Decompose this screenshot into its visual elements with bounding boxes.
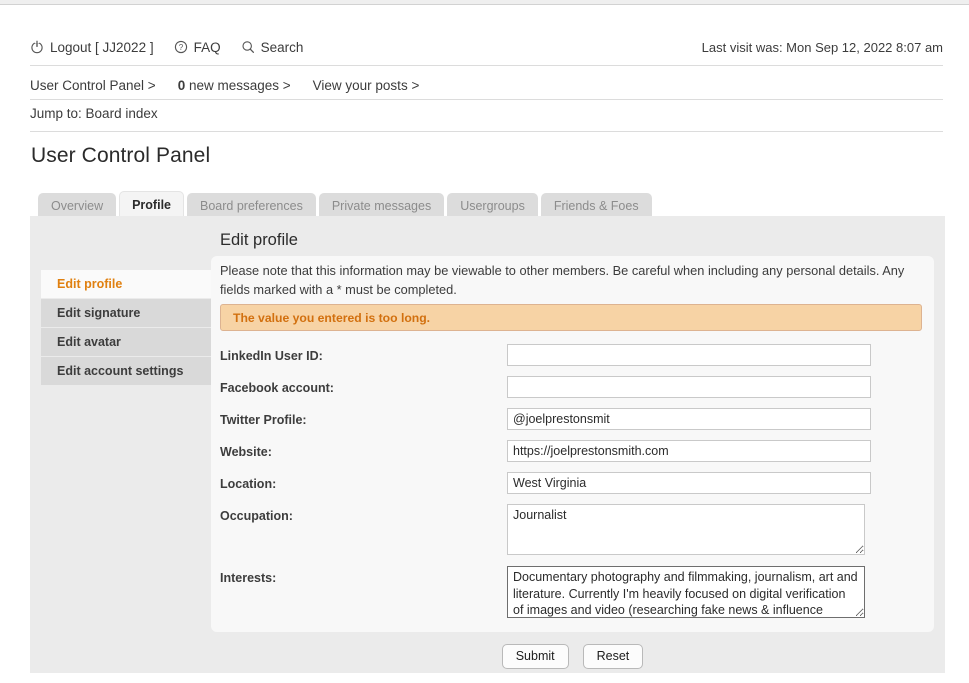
faq-label: FAQ xyxy=(193,39,221,55)
header-nav-links: Logout [ JJ2022 ] ? FAQ Search xyxy=(30,40,303,55)
breadcrumb-label: User Control Panel > xyxy=(30,77,156,93)
field-row-website: Website: xyxy=(220,440,925,462)
occupation-label: Occupation: xyxy=(220,509,293,523)
location-label: Location: xyxy=(220,477,277,491)
jump-to-board-index-link[interactable]: Board index xyxy=(86,106,158,121)
occupation-textarea[interactable] xyxy=(507,504,865,555)
field-row-facebook: Facebook account: xyxy=(220,376,925,398)
error-alert: The value you entered is too long. xyxy=(220,304,922,331)
facebook-input[interactable] xyxy=(507,376,871,398)
user-control-panel-page: Logout [ JJ2022 ] ? FAQ Search Last visi… xyxy=(0,0,969,683)
search-link[interactable]: Search xyxy=(241,39,304,55)
intro-text: Please note that this information may be… xyxy=(220,263,905,297)
logout-label: Logout [ JJ2022 ] xyxy=(50,39,154,55)
twitter-label: Twitter Profile: xyxy=(220,413,307,427)
tab-label: Friends & Foes xyxy=(553,199,639,213)
divider-breadcrumb xyxy=(30,99,943,100)
tab-label: Profile xyxy=(132,198,171,212)
search-label: Search xyxy=(260,39,304,55)
page-title: User Control Panel xyxy=(31,144,211,167)
jump-to-prefix: Jump to: xyxy=(30,106,82,121)
sidebar-item-edit-account-settings[interactable]: Edit account settings xyxy=(41,357,219,386)
sidebar-item-label: Edit signature xyxy=(57,306,141,320)
facebook-label: Facebook account: xyxy=(220,381,334,395)
website-input[interactable] xyxy=(507,440,871,462)
sidebar-item-label: Edit account settings xyxy=(57,364,184,378)
linkedin-label: LinkedIn User ID: xyxy=(220,349,323,363)
breadcrumb-view-your-posts[interactable]: View your posts > xyxy=(313,78,420,93)
sidebar-item-edit-avatar[interactable]: Edit avatar xyxy=(41,328,219,357)
website-label: Website: xyxy=(220,445,272,459)
field-row-interests: Interests: xyxy=(220,566,925,618)
faq-link[interactable]: ? FAQ xyxy=(174,40,221,55)
edit-profile-form: LinkedIn User ID: Facebook account: Twit… xyxy=(220,344,925,618)
divider-header xyxy=(30,65,943,66)
divider-jumpto xyxy=(30,131,943,132)
submit-button[interactable]: Submit xyxy=(501,644,569,670)
question-circle-icon: ? xyxy=(174,40,188,54)
error-alert-text: The value you entered is too long. xyxy=(233,310,431,325)
sidebar-item-label: Edit profile xyxy=(57,277,123,291)
field-row-location: Location: xyxy=(220,472,925,494)
interests-textarea[interactable] xyxy=(507,566,865,618)
edit-profile-card: Please note that this information may be… xyxy=(211,256,934,632)
field-row-linkedin: LinkedIn User ID: xyxy=(220,344,925,366)
interests-label: Interests: xyxy=(220,571,277,585)
search-icon xyxy=(241,40,255,54)
content-title: Edit profile xyxy=(220,231,298,249)
linkedin-input[interactable] xyxy=(507,344,871,366)
breadcrumb-label: new messages > xyxy=(185,77,291,93)
tab-label: Usergroups xyxy=(460,199,525,213)
breadcrumb: User Control Panel > 0 new messages > Vi… xyxy=(30,73,419,97)
logout-link[interactable]: Logout [ JJ2022 ] xyxy=(30,40,154,55)
browser-chrome-strip xyxy=(0,0,969,5)
svg-text:?: ? xyxy=(178,43,183,52)
jump-to-row: Jump to: Board index xyxy=(30,106,158,121)
twitter-input[interactable] xyxy=(507,408,871,430)
power-icon xyxy=(30,40,44,54)
breadcrumb-new-messages[interactable]: 0 new messages > xyxy=(178,78,291,93)
header-nav: Logout [ JJ2022 ] ? FAQ Search Last visi… xyxy=(30,31,943,63)
location-input[interactable] xyxy=(507,472,871,494)
breadcrumb-user-control-panel[interactable]: User Control Panel > xyxy=(30,78,156,93)
tab-label: Board preferences xyxy=(200,199,303,213)
field-row-twitter: Twitter Profile: xyxy=(220,408,925,430)
sidebar-item-edit-signature[interactable]: Edit signature xyxy=(41,299,219,328)
breadcrumb-label: View your posts > xyxy=(312,77,420,93)
form-action-bar: Submit Reset xyxy=(211,644,934,670)
tab-label: Overview xyxy=(51,199,104,213)
ucp-sidebar: Edit profile Edit signature Edit avatar … xyxy=(41,270,219,386)
reset-button[interactable]: Reset xyxy=(582,644,644,670)
sidebar-item-edit-profile[interactable]: Edit profile xyxy=(41,270,219,299)
tab-label: Private messages xyxy=(331,199,432,213)
last-visit-text: Last visit was: Mon Sep 12, 2022 8:07 am xyxy=(701,39,943,55)
field-row-occupation: Occupation: xyxy=(220,504,925,555)
sidebar-item-label: Edit avatar xyxy=(57,335,121,349)
